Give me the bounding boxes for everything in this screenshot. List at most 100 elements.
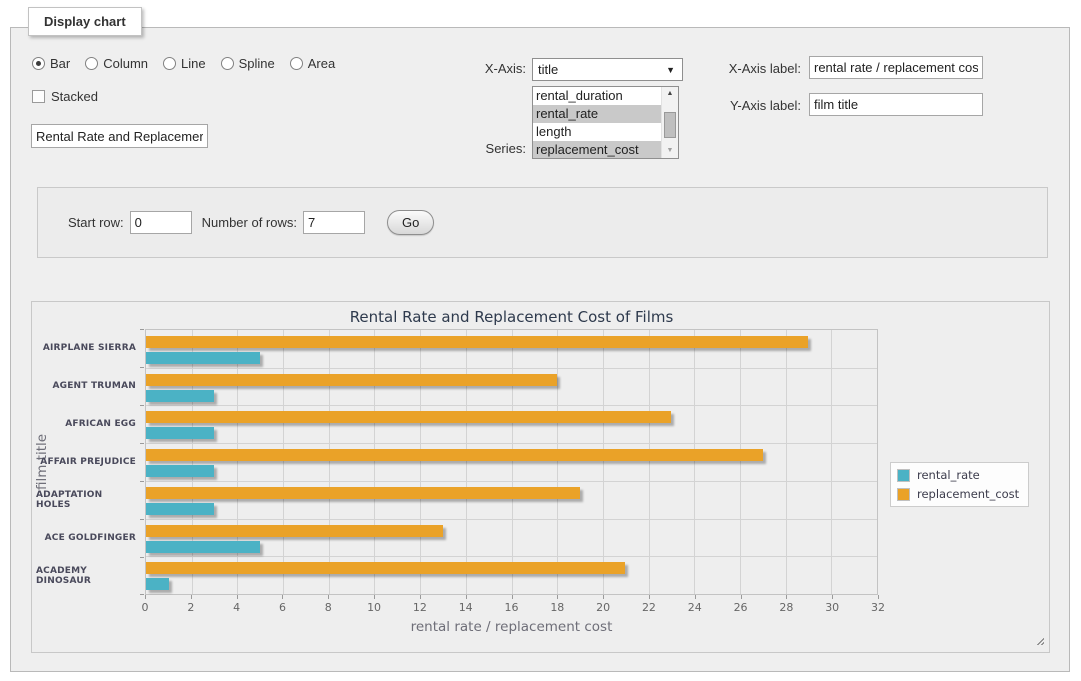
legend-item-replacement_cost: replacement_cost: [897, 487, 1019, 501]
radio-line[interactable]: [163, 57, 176, 70]
chart-type-option-line[interactable]: Line: [163, 56, 206, 71]
bar-replacement_cost: [146, 336, 808, 348]
plot-row: [146, 443, 877, 481]
y-category-label: ADAPTATION HOLES: [36, 481, 136, 519]
fieldset-legend-text: Display chart: [44, 14, 126, 29]
x-tick-mark: [603, 595, 604, 599]
x-tick-mark: [832, 595, 833, 599]
radio-spline[interactable]: [221, 57, 234, 70]
x-tick-mark: [328, 595, 329, 599]
x-tick-mark: [878, 595, 879, 599]
bar-replacement_cost: [146, 487, 580, 499]
x-tick-label: 16: [505, 601, 519, 614]
y-tick-mark: [140, 443, 144, 444]
plot-row: [146, 405, 877, 443]
bar-rental_rate: [146, 465, 214, 477]
x-tick-label: 6: [279, 601, 286, 614]
y-tick-mark: [140, 329, 144, 330]
x-tick-label: 2: [187, 601, 194, 614]
bar-rental_rate: [146, 352, 260, 364]
legend-swatch-icon: [897, 488, 910, 501]
stacked-label: Stacked: [51, 89, 98, 104]
x-tick-label: 10: [367, 601, 381, 614]
x-tick-mark: [786, 595, 787, 599]
radio-bar[interactable]: [32, 57, 45, 70]
x-tick-label: 22: [642, 601, 656, 614]
plot-row: [146, 556, 877, 594]
start-row-label: Start row:: [68, 215, 124, 230]
series-option-rental_rate[interactable]: rental_rate: [533, 105, 661, 123]
x-axis-label-input[interactable]: [809, 56, 983, 79]
bar-rental_rate: [146, 390, 214, 402]
series-option-length[interactable]: length: [533, 123, 661, 141]
plot-row: [146, 481, 877, 519]
plot-area: [145, 329, 878, 595]
listbox-scrollbar[interactable]: ▲ ▼: [661, 87, 678, 158]
start-row-input[interactable]: [130, 211, 192, 234]
chart-title: Rental Rate and Replacement Cost of Film…: [145, 308, 878, 326]
bar-rental_rate: [146, 427, 214, 439]
y-axis-label-label: Y-Axis label:: [701, 98, 801, 113]
chart-type-option-column[interactable]: Column: [85, 56, 148, 71]
bar-replacement_cost: [146, 449, 763, 461]
y-axis-label-input[interactable]: [809, 93, 983, 116]
plot-row: [146, 519, 877, 557]
x-axis-select-label: X-Axis:: [406, 61, 526, 76]
go-button[interactable]: Go: [387, 210, 434, 235]
stacked-checkbox-row[interactable]: Stacked: [32, 89, 98, 104]
x-tick-label: 12: [413, 601, 427, 614]
y-category-label: AFRICAN EGG: [36, 405, 136, 443]
bar-replacement_cost: [146, 374, 557, 386]
x-tick-label: 20: [596, 601, 610, 614]
x-tick-label: 26: [734, 601, 748, 614]
y-tick-mark: [140, 557, 144, 558]
y-tick-mark: [140, 594, 144, 595]
x-axis-select[interactable]: title ▼: [532, 58, 683, 81]
page: Display chart Bar Column Line Spline Area St…: [0, 0, 1081, 681]
chart-title-input[interactable]: [31, 124, 208, 148]
chart-panel: Rental Rate and Replacement Cost of Film…: [31, 301, 1050, 653]
y-tick-mark: [140, 519, 144, 520]
x-tick-mark: [557, 595, 558, 599]
legend-item-rental_rate: rental_rate: [897, 468, 1019, 482]
x-tick-mark: [649, 595, 650, 599]
rows-panel: Start row: Number of rows: Go: [37, 187, 1048, 258]
x-axis-title: rental rate / replacement cost: [145, 619, 878, 635]
radio-area[interactable]: [290, 57, 303, 70]
bar-rental_rate: [146, 503, 214, 515]
x-tick-mark: [282, 595, 283, 599]
y-tick-mark: [140, 367, 144, 368]
x-tick-mark: [741, 595, 742, 599]
bar-replacement_cost: [146, 411, 671, 423]
scroll-up-icon[interactable]: ▲: [662, 87, 678, 101]
x-tick-mark: [145, 595, 146, 599]
x-tick-mark: [512, 595, 513, 599]
x-tick-mark: [695, 595, 696, 599]
y-category-label: ACE GOLDFINGER: [36, 519, 136, 557]
series-label: Series:: [406, 141, 526, 156]
x-axis-tick-marks: [145, 595, 878, 600]
plot-row: [146, 368, 877, 406]
radio-column[interactable]: [85, 57, 98, 70]
series-listbox[interactable]: rental_durationrental_ratelengthreplacem…: [532, 86, 679, 159]
y-tick-mark: [140, 405, 144, 406]
x-tick-label: 18: [550, 601, 564, 614]
series-option-rental_duration[interactable]: rental_duration: [533, 87, 661, 105]
chart-type-option-bar[interactable]: Bar: [32, 56, 70, 71]
num-rows-input[interactable]: [303, 211, 365, 234]
resize-handle-icon[interactable]: [1034, 635, 1044, 645]
y-category-label: AGENT TRUMAN: [36, 367, 136, 405]
stacked-checkbox[interactable]: [32, 90, 45, 103]
x-tick-label: 4: [233, 601, 240, 614]
series-option-replacement_cost[interactable]: replacement_cost: [533, 141, 661, 159]
x-axis-select-value: title: [538, 62, 558, 77]
x-tick-label: 32: [871, 601, 885, 614]
x-axis-tick-labels: 02468101214161820222426283032: [145, 601, 878, 615]
bar-rental_rate: [146, 541, 260, 553]
scroll-down-icon[interactable]: ▼: [662, 144, 678, 158]
y-category-label: AIRPLANE SIERRA: [36, 329, 136, 367]
scrollbar-thumb[interactable]: [664, 112, 676, 138]
chart-type-option-spline[interactable]: Spline: [221, 56, 275, 71]
bar-replacement_cost: [146, 562, 625, 574]
chart-type-option-area[interactable]: Area: [290, 56, 335, 71]
